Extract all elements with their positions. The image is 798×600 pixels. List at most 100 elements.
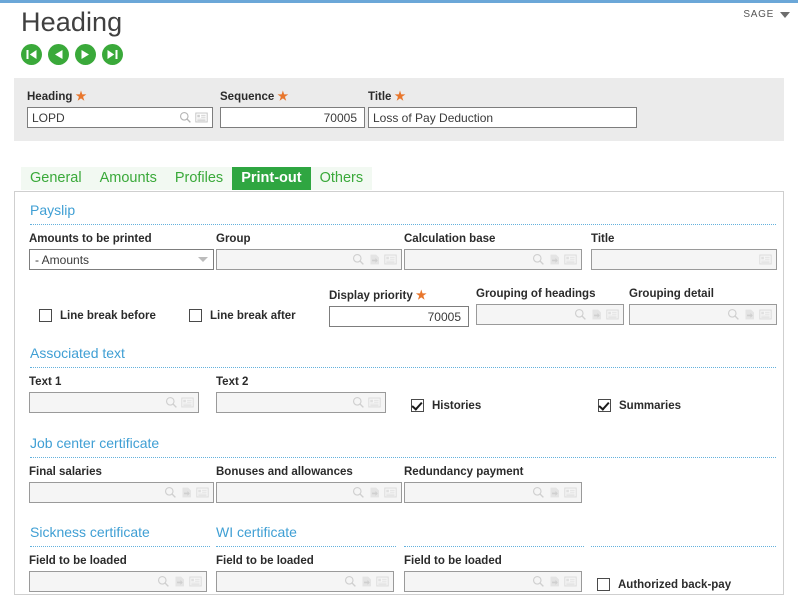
sequence-input[interactable]: 70005 [220, 107, 365, 128]
heading-field-group: Heading ★ LOPD [27, 89, 213, 128]
list-icon[interactable] [189, 575, 202, 588]
search-icon[interactable] [165, 396, 178, 409]
final-salaries-input[interactable] [29, 482, 214, 503]
grouping-detail-input-icons [727, 308, 772, 321]
list-icon[interactable] [195, 111, 208, 124]
jump-to-icon[interactable] [368, 486, 381, 499]
heading-input[interactable]: LOPD [27, 107, 213, 128]
list-icon[interactable] [196, 486, 209, 499]
search-icon[interactable] [344, 575, 357, 588]
redundancy-payment-input[interactable] [404, 482, 582, 503]
calculation-base-group: Calculation base [404, 233, 582, 270]
redundancy-payment-group: Redundancy payment [404, 466, 582, 503]
last-record-button[interactable] [102, 44, 123, 65]
required-marker: ★ [415, 288, 427, 302]
search-icon[interactable] [179, 111, 192, 124]
third-field-to-be-loaded-group: Field to be loaded [404, 555, 582, 592]
tab-profiles[interactable]: Profiles [165, 167, 233, 190]
search-icon[interactable] [157, 575, 170, 588]
section-title-associated-text: Associated text [30, 345, 125, 361]
grouping-detail-input[interactable] [629, 304, 777, 325]
search-icon[interactable] [574, 308, 587, 321]
tab-print-out[interactable]: Print-out [232, 167, 311, 190]
search-icon[interactable] [727, 308, 740, 321]
checkbox-box[interactable] [597, 578, 610, 591]
title-input[interactable]: Loss of Pay Deduction [368, 107, 637, 128]
amounts-to-be-printed-select[interactable]: - Amounts [29, 249, 214, 270]
jump-to-icon[interactable] [548, 253, 561, 266]
payslip-title-input[interactable] [591, 249, 777, 270]
chevron-down-icon[interactable] [780, 11, 790, 18]
list-icon[interactable] [564, 575, 577, 588]
section-title-job-center-certificate: Job center certificate [30, 435, 160, 451]
final-salaries-group: Final salaries [29, 466, 214, 503]
search-icon[interactable] [164, 486, 177, 499]
search-icon[interactable] [352, 396, 365, 409]
final-salaries-label: Final salaries [29, 466, 102, 478]
search-icon[interactable] [532, 253, 545, 266]
search-icon[interactable] [352, 253, 365, 266]
jump-to-icon[interactable] [368, 253, 381, 266]
display-priority-input[interactable]: 70005 [329, 306, 469, 327]
jump-to-icon[interactable] [360, 575, 373, 588]
line-break-before-label: Line break before [60, 309, 156, 322]
section-divider-fourth-block [591, 546, 776, 547]
section-title-wi-certificate: WI certificate [216, 524, 297, 540]
grouping-of-headings-label: Grouping of headings [476, 288, 596, 300]
tab-others[interactable]: Others [310, 167, 373, 190]
line-break-after-label: Line break after [210, 309, 296, 322]
sage-brand-label: SAGE [743, 9, 774, 20]
checkbox-box[interactable] [411, 399, 424, 412]
third-field-icons [532, 575, 577, 588]
checkbox-box[interactable] [598, 399, 611, 412]
list-icon[interactable] [368, 396, 381, 409]
sickness-field-to-be-loaded-input[interactable] [29, 571, 207, 592]
third-field-to-be-loaded-input[interactable] [404, 571, 582, 592]
section-divider-wi-certificate [216, 546, 396, 547]
list-icon[interactable] [606, 308, 619, 321]
search-icon[interactable] [532, 486, 545, 499]
authorized-back-pay-checkbox[interactable]: Authorized back-pay [597, 578, 731, 591]
sage-menu[interactable]: SAGE [743, 9, 790, 20]
grouping-detail-group: Grouping detail [629, 288, 777, 325]
list-icon[interactable] [564, 253, 577, 266]
checkbox-box[interactable] [39, 309, 52, 322]
list-icon[interactable] [181, 396, 194, 409]
list-icon[interactable] [564, 486, 577, 499]
calculation-base-input[interactable] [404, 249, 582, 270]
group-input[interactable] [216, 249, 402, 270]
text2-input[interactable] [216, 392, 386, 413]
heading-label: Heading ★ [27, 89, 87, 103]
jump-to-icon[interactable] [173, 575, 186, 588]
wi-field-to-be-loaded-input[interactable] [216, 571, 394, 592]
jump-to-icon[interactable] [180, 486, 193, 499]
previous-record-button[interactable] [48, 44, 69, 65]
line-break-before-checkbox[interactable]: Line break before [39, 309, 156, 322]
search-icon[interactable] [532, 575, 545, 588]
next-record-button[interactable] [75, 44, 96, 65]
jump-to-icon[interactable] [743, 308, 756, 321]
histories-checkbox[interactable]: Histories [411, 399, 481, 412]
jump-to-icon[interactable] [590, 308, 603, 321]
summaries-checkbox[interactable]: Summaries [598, 399, 681, 412]
text1-input[interactable] [29, 392, 199, 413]
first-record-button[interactable] [21, 44, 42, 65]
line-break-after-checkbox[interactable]: Line break after [189, 309, 296, 322]
list-icon[interactable] [759, 253, 772, 266]
jump-to-icon[interactable] [548, 486, 561, 499]
list-icon[interactable] [759, 308, 772, 321]
title-field-group: Title ★ Loss of Pay Deduction [368, 89, 637, 128]
checkbox-box[interactable] [189, 309, 202, 322]
list-icon[interactable] [384, 253, 397, 266]
redundancy-payment-input-icons [532, 486, 577, 499]
jump-to-icon[interactable] [548, 575, 561, 588]
wi-field-to-be-loaded-group: Field to be loaded [216, 555, 394, 592]
grouping-of-headings-input[interactable] [476, 304, 624, 325]
search-icon[interactable] [352, 486, 365, 499]
chevron-down-icon[interactable] [198, 257, 208, 262]
bonuses-and-allowances-input[interactable] [216, 482, 402, 503]
list-icon[interactable] [376, 575, 389, 588]
list-icon[interactable] [384, 486, 397, 499]
tab-amounts[interactable]: Amounts [90, 167, 166, 190]
tab-general[interactable]: General [21, 167, 91, 190]
